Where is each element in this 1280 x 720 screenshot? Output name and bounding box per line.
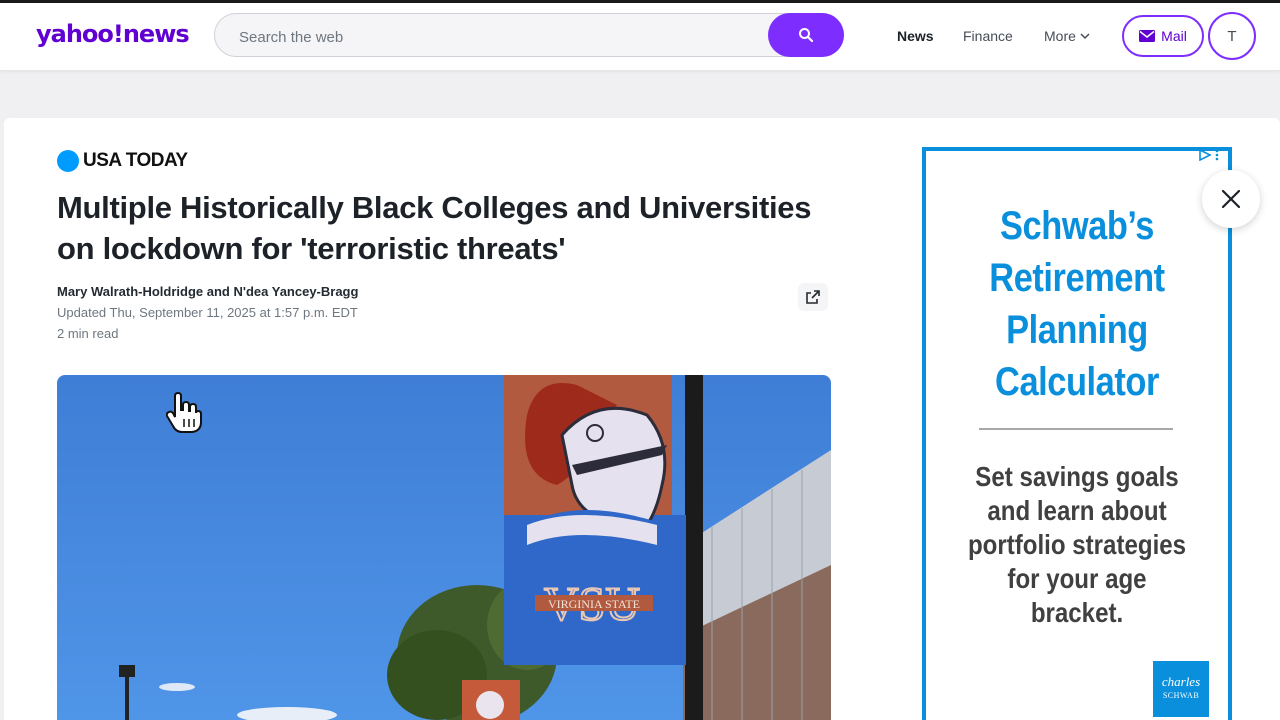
ad-choices-icon[interactable] [1198,148,1230,162]
ad-choices-triangle-icon [1199,149,1212,161]
ad-headline-line: Retirement [989,256,1165,300]
yahoo-news-logo[interactable]: yahoo!news [36,20,190,48]
ad-headline-line: Planning [1006,308,1148,352]
article-byline: Mary Walrath-Holdridge and N'dea Yancey-… [57,284,359,299]
top-header: yahoo!news News Finance More Mail T [0,0,1280,71]
search-input[interactable] [237,24,761,50]
ad-divider [979,428,1173,430]
charles-schwab-logo[interactable]: charles SCHWAB [1153,661,1209,717]
ad-body-text: Set savings goals and learn about portfo… [959,460,1195,630]
share-icon [806,290,820,304]
close-ad-button[interactable] [1202,170,1260,228]
ad-headline: Schwab’s Retirement Planning Calculator [951,200,1204,408]
close-icon [1221,189,1241,209]
ad-body-line: portfolio strategies [967,529,1187,560]
chevron-down-icon [1080,32,1090,39]
article-read-time: 2 min read [57,326,119,341]
ad-headline-line: Schwab’s [1000,204,1154,248]
hand-cursor-icon [166,392,202,433]
ad-headline-line: Calculator [995,360,1159,404]
nav-finance[interactable]: Finance [963,28,1013,44]
mail-icon [1139,30,1156,42]
mail-button[interactable]: Mail [1122,15,1204,57]
search-box [214,13,844,57]
window-top-edge [0,0,1280,3]
ad-logo-line1: charles [1161,674,1201,689]
ad-body-line: Set savings goals [975,461,1179,492]
share-button[interactable] [798,283,828,311]
profile-avatar[interactable]: T [1208,12,1256,60]
search-icon [799,28,814,43]
ad-logo-line2: SCHWAB [1162,691,1200,700]
article-updated-date: Updated Thu, September 11, 2025 at 1:57 … [57,305,358,320]
article-headline: Multiple Historically Black Colleges and… [57,190,812,266]
nav-more[interactable]: More [1044,28,1090,44]
nav-news[interactable]: News [897,28,934,44]
ad-body-line: and learn about [987,495,1167,526]
publisher-logo[interactable]: USA TODAY [57,150,188,172]
banner-virginia-state-text: VIRGINIA STATE [548,597,640,611]
ad-menu-dots-icon [1215,149,1219,161]
search-button[interactable] [768,13,844,57]
nav-more-label: More [1044,28,1076,44]
publisher-name: USA TODAY [83,150,188,171]
usa-today-dot-icon [57,150,79,172]
ad-body-line: for your age bracket. [1007,563,1147,628]
mail-label: Mail [1161,28,1187,44]
